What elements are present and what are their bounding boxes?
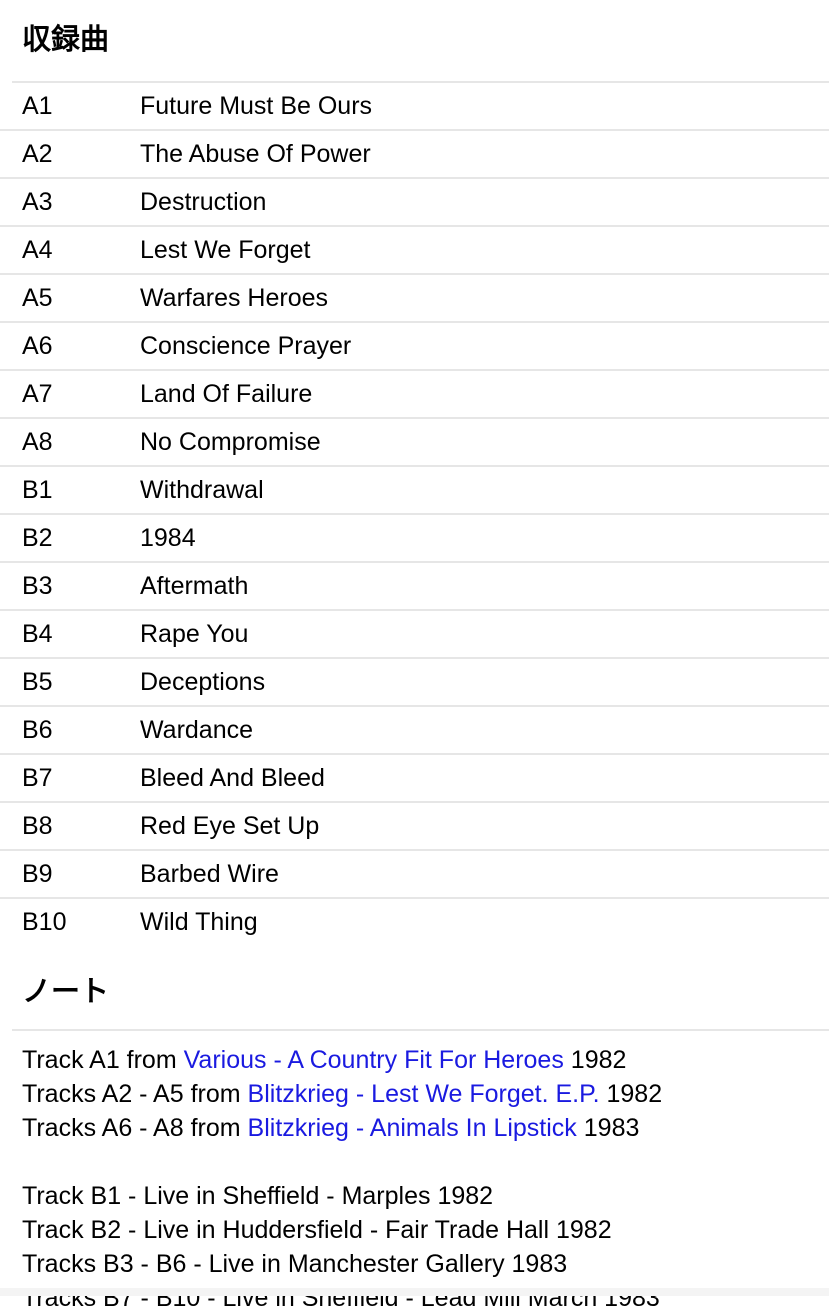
notes-spacer bbox=[22, 1145, 829, 1179]
track-position: B10 bbox=[22, 908, 67, 936]
track-position: B8 bbox=[0, 802, 140, 851]
track-title: Aftermath bbox=[140, 562, 829, 611]
note-prefix-text: Tracks A2 - A5 from bbox=[22, 1080, 248, 1108]
tracklist-table: A1 Future Must Be Ours A2 The Abuse Of Powe… bbox=[0, 83, 829, 945]
table-row[interactable]: A3 Destruction bbox=[0, 178, 829, 227]
table-row[interactable]: B4 Rape You bbox=[0, 610, 829, 659]
track-position: B9 bbox=[0, 850, 140, 899]
note-year-text: 1983 bbox=[576, 1114, 640, 1142]
note-release-link[interactable]: Blitzkrieg - Lest We Forget. E.P. bbox=[248, 1080, 600, 1108]
note-live-line: Track B1 - Live in Sheffield - Marples 1… bbox=[22, 1182, 494, 1210]
track-title: Destruction bbox=[140, 178, 829, 227]
table-row[interactable]: A1 Future Must Be Ours bbox=[0, 83, 829, 131]
track-title: Conscience Prayer bbox=[140, 322, 829, 371]
tracklist-heading: 収録曲 bbox=[22, 24, 110, 56]
track-position: B1 bbox=[0, 466, 140, 515]
track-position: A2 bbox=[0, 130, 140, 179]
notes-heading: ノート bbox=[22, 976, 110, 1008]
table-row[interactable]: B8 Red Eye Set Up bbox=[0, 802, 829, 851]
notes-body: Track A1 from Various - A Country Fit Fo… bbox=[0, 1031, 829, 1315]
track-position: B6 bbox=[0, 706, 140, 755]
track-title: Warfares Heroes bbox=[140, 274, 829, 323]
note-prefix-text: Track A1 from bbox=[22, 1046, 184, 1074]
note-live-line: Tracks B7 - B10 - Live in Sheffield - Le… bbox=[22, 1284, 660, 1312]
track-title: No Compromise bbox=[140, 418, 829, 467]
note-live-line: Tracks B3 - B6 - Live in Manchester Gall… bbox=[22, 1250, 568, 1278]
track-position: B7 bbox=[0, 754, 140, 803]
table-row[interactable]: B10 Wild Thing bbox=[0, 898, 829, 945]
table-row[interactable]: B5 Deceptions bbox=[0, 658, 829, 707]
track-title: Barbed Wire bbox=[140, 850, 829, 899]
table-row[interactable]: B6 Wardance bbox=[0, 706, 829, 755]
table-row[interactable]: A6 Conscience Prayer bbox=[0, 322, 829, 371]
note-source-line: Tracks A6 - A8 from Blitzkrieg - Animals… bbox=[22, 1111, 829, 1145]
note-release-link[interactable]: Blitzkrieg - Animals In Lipstick bbox=[248, 1114, 577, 1142]
track-title: Deceptions bbox=[140, 658, 829, 707]
track-position: B2 bbox=[0, 514, 140, 563]
tracklist-heading-block: 収録曲 bbox=[0, 0, 829, 83]
page-bottom-band bbox=[0, 1288, 829, 1296]
track-position: B3 bbox=[0, 562, 140, 611]
note-year-text: 1982 bbox=[599, 1080, 663, 1108]
table-row[interactable]: A5 Warfares Heroes bbox=[0, 274, 829, 323]
track-position: A5 bbox=[0, 274, 140, 323]
table-row[interactable]: B1 Withdrawal bbox=[0, 466, 829, 515]
track-position: B5 bbox=[0, 658, 140, 707]
release-detail-page: 収録曲 A1 Future Must Be Ours A2 The Abuse Of … bbox=[0, 0, 829, 1312]
table-row[interactable]: B2 1984 bbox=[0, 514, 829, 563]
track-position: A7 bbox=[0, 370, 140, 419]
table-row[interactable]: A4 Lest We Forget bbox=[0, 226, 829, 275]
table-row[interactable]: B3 Aftermath bbox=[0, 562, 829, 611]
track-title: Future Must Be Ours bbox=[140, 83, 829, 131]
track-title: Red Eye Set Up bbox=[140, 802, 829, 851]
table-row[interactable]: B9 Barbed Wire bbox=[0, 850, 829, 899]
track-title: Wild Thing bbox=[140, 908, 258, 936]
note-year-text: 1982 bbox=[563, 1046, 627, 1074]
notes-heading-block: ノート bbox=[0, 945, 829, 1031]
notes-section: ノート Track A1 from Various - A Country Fi… bbox=[0, 945, 829, 1315]
track-position: A6 bbox=[0, 322, 140, 371]
track-title: The Abuse Of Power bbox=[140, 130, 829, 179]
note-live-line: Track B2 - Live in Huddersfield - Fair T… bbox=[22, 1216, 612, 1244]
track-title: Withdrawal bbox=[140, 466, 829, 515]
table-row[interactable]: A8 No Compromise bbox=[0, 418, 829, 467]
track-position: A4 bbox=[0, 226, 140, 275]
note-source-line: Track A1 from Various - A Country Fit Fo… bbox=[22, 1043, 829, 1077]
table-row[interactable]: A2 The Abuse Of Power bbox=[0, 130, 829, 179]
note-release-link[interactable]: Various - A Country Fit For Heroes bbox=[184, 1046, 564, 1074]
track-title: Rape You bbox=[140, 610, 829, 659]
track-title: Bleed And Bleed bbox=[140, 754, 829, 803]
note-source-line: Tracks A2 - A5 from Blitzkrieg - Lest We… bbox=[22, 1077, 829, 1111]
notes-source-list: Track A1 from Various - A Country Fit Fo… bbox=[22, 1043, 829, 1145]
note-prefix-text: Tracks A6 - A8 from bbox=[22, 1114, 248, 1142]
track-title: 1984 bbox=[140, 514, 829, 563]
track-title: Wardance bbox=[140, 706, 829, 755]
tracklist-body: A1 Future Must Be Ours A2 The Abuse Of Powe… bbox=[0, 83, 829, 945]
table-row[interactable]: B7 Bleed And Bleed bbox=[0, 754, 829, 803]
track-position: A3 bbox=[0, 178, 140, 227]
track-position: A8 bbox=[0, 418, 140, 467]
tracklist-section: 収録曲 A1 Future Must Be Ours A2 The Abuse Of … bbox=[0, 0, 829, 945]
track-title: Land Of Failure bbox=[140, 370, 829, 419]
table-row[interactable]: A7 Land Of Failure bbox=[0, 370, 829, 419]
track-position: B4 bbox=[0, 610, 140, 659]
track-title: Lest We Forget bbox=[140, 226, 829, 275]
track-position: A1 bbox=[0, 83, 140, 131]
